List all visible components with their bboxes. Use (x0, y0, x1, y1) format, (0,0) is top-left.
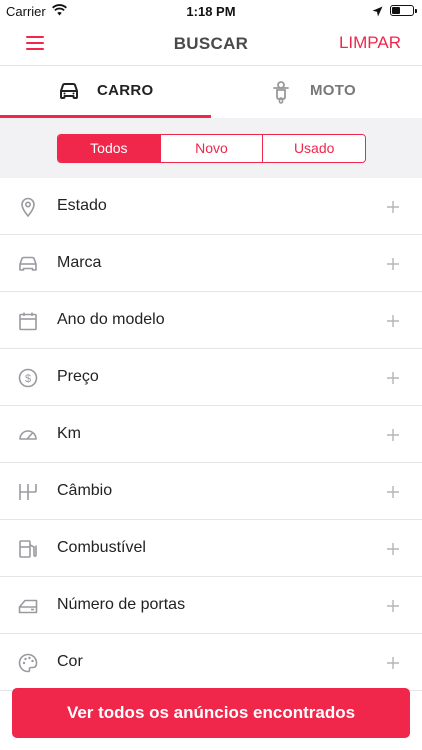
gearshift-icon (17, 481, 39, 503)
plus-icon (386, 257, 400, 271)
plus-icon (386, 599, 400, 613)
navigation-bar: BUSCAR LIMPAR (0, 22, 422, 66)
segment-usado[interactable]: Usado (262, 135, 365, 162)
vehicle-type-tabs: CARRO MOTO (0, 66, 422, 118)
plus-icon (386, 428, 400, 442)
calendar-icon (17, 310, 39, 332)
filter-row-preco[interactable]: $ Preço (0, 349, 422, 406)
plus-icon (386, 542, 400, 556)
segment-novo[interactable]: Novo (159, 135, 263, 162)
filter-row-marca[interactable]: Marca (0, 235, 422, 292)
filter-row-cambio[interactable]: Câmbio (0, 463, 422, 520)
segment-todos[interactable]: Todos (58, 135, 160, 162)
filter-label: Ano do modelo (57, 311, 165, 328)
battery-icon (390, 5, 417, 16)
tab-carro[interactable]: CARRO (0, 66, 211, 118)
car-icon (17, 253, 39, 275)
filter-row-estado[interactable]: Estado (0, 178, 422, 235)
condition-filter-bar: Todos Novo Usado (0, 118, 422, 178)
filter-row-numero-de-portas[interactable]: Número de portas (0, 577, 422, 634)
status-time: 1:18 PM (186, 4, 236, 19)
filter-row-km[interactable]: Km (0, 406, 422, 463)
condition-segmented-control: Todos Novo Usado (57, 134, 366, 163)
car-icon (58, 80, 80, 107)
tab-label: CARRO (97, 82, 154, 99)
speedometer-icon (17, 424, 39, 446)
plus-icon (386, 371, 400, 385)
filter-label: Estado (57, 197, 107, 214)
dollar-coin-icon: $ (17, 367, 39, 389)
plus-icon (386, 200, 400, 214)
filter-label: Km (57, 425, 81, 442)
filter-row-ano-do-modelo[interactable]: Ano do modelo (0, 292, 422, 349)
filter-label: Número de portas (57, 596, 186, 613)
show-all-listings-button[interactable]: Ver todos os anúncios encontrados (12, 688, 410, 738)
status-bar: Carrier 1:18 PM (0, 0, 422, 22)
filter-row-cor[interactable]: Cor (0, 634, 422, 691)
motorcycle-icon (271, 80, 291, 109)
location-arrow-icon (372, 4, 383, 22)
filter-label: Cor (57, 653, 83, 670)
palette-icon (17, 652, 39, 674)
tab-moto[interactable]: MOTO (211, 66, 422, 118)
filter-row-combustivel[interactable]: Combustível (0, 520, 422, 577)
filter-label: Câmbio (57, 482, 113, 499)
filter-label: Marca (57, 254, 102, 271)
plus-icon (386, 314, 400, 328)
location-pin-icon (17, 196, 39, 218)
svg-text:$: $ (25, 373, 31, 385)
clear-button[interactable]: LIMPAR (339, 33, 401, 53)
filter-label: Combustível (57, 539, 146, 556)
car-door-icon (17, 595, 39, 617)
plus-icon (386, 656, 400, 670)
filter-list: Estado Marca Ano do modelo $ Preço Km Câ… (0, 178, 422, 691)
fuel-pump-icon (17, 538, 39, 560)
filter-label: Preço (57, 368, 99, 385)
tab-label: MOTO (310, 82, 356, 99)
plus-icon (386, 485, 400, 499)
